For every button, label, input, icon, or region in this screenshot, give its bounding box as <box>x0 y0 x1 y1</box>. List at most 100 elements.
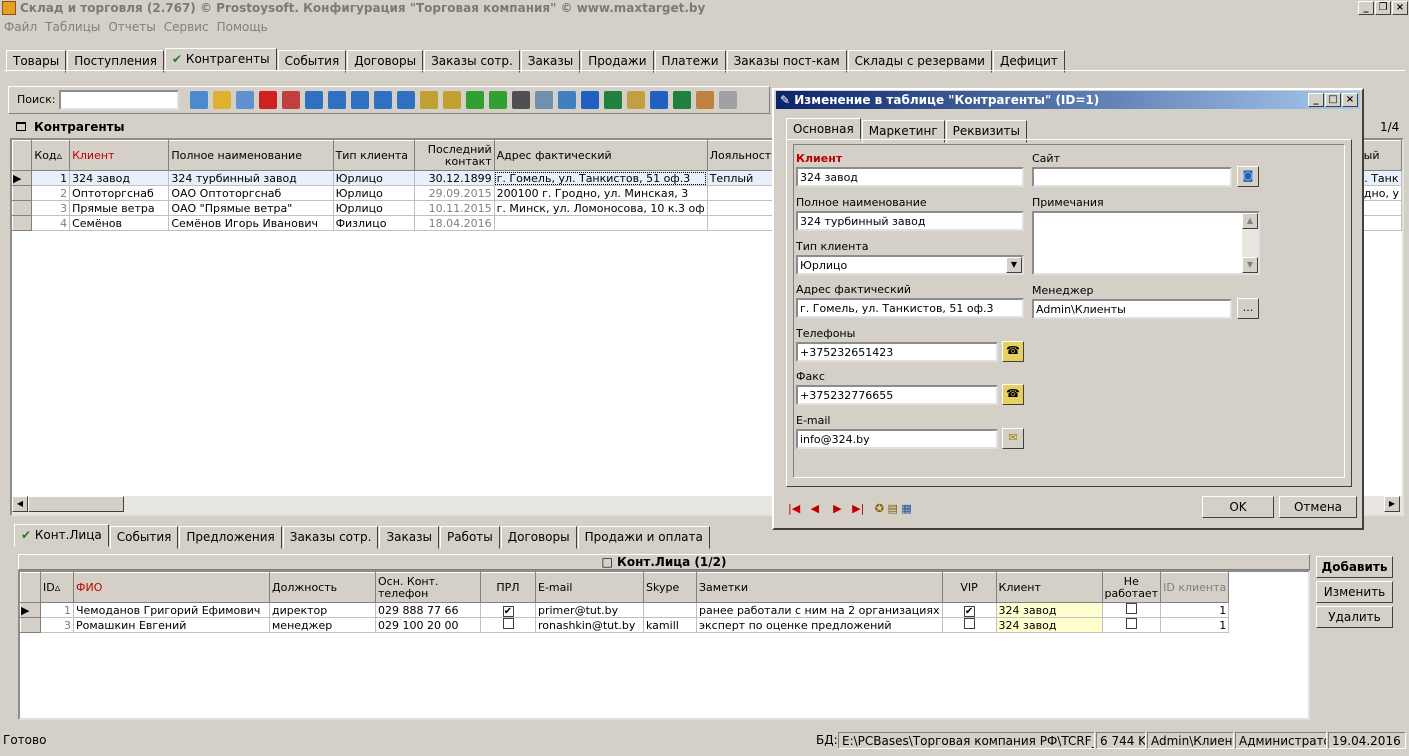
cell-not-working[interactable] <box>1102 602 1162 618</box>
cell-position[interactable]: менеджер <box>269 617 376 633</box>
client-input[interactable] <box>796 167 1024 187</box>
tab-detail-events[interactable]: События <box>109 526 179 549</box>
tab-works[interactable]: Работы <box>439 526 500 549</box>
excel-icon[interactable] <box>604 91 622 109</box>
delete-all-icon[interactable] <box>282 91 300 109</box>
cancel-button[interactable]: Отмена <box>1279 496 1357 518</box>
email-input[interactable] <box>796 429 998 449</box>
find-icon[interactable] <box>512 91 530 109</box>
copy-icon[interactable] <box>236 91 254 109</box>
manager-input[interactable] <box>1032 299 1232 319</box>
export-excel-icon[interactable] <box>673 91 691 109</box>
col-position[interactable]: Должность <box>269 572 376 603</box>
cell-type[interactable]: Юрлицо <box>333 200 416 216</box>
cell-fio[interactable]: Ромашкин Евгений <box>73 617 270 633</box>
chevron-down-icon[interactable]: ▼ <box>1006 257 1022 273</box>
cell-client[interactable]: Семёнов <box>69 215 170 231</box>
address-input[interactable] <box>796 298 1024 318</box>
vip-checkbox[interactable] <box>963 618 975 629</box>
full-name-input[interactable] <box>796 211 1024 231</box>
cell-full[interactable]: Семёнов Игорь Иванович <box>168 215 334 231</box>
cell-address[interactable]: г. Гомель, ул. Танкистов, 51 оф.3 <box>494 170 708 186</box>
open-site-icon[interactable]: ◙ <box>1237 166 1259 187</box>
not-working-checkbox[interactable] <box>1125 618 1137 629</box>
table-row[interactable]: 3 Ромашкин Евгений менеджер 029 100 20 0… <box>20 617 1230 633</box>
col-type[interactable]: Тип клиента <box>332 140 416 171</box>
col-client[interactable]: Клиент <box>69 140 170 171</box>
cell-phone[interactable]: 029 888 77 66 <box>375 602 481 618</box>
cell-phone[interactable]: 029 100 20 00 <box>375 617 481 633</box>
refresh-icon[interactable] <box>489 91 507 109</box>
fax-phone-icon[interactable]: ☎ <box>1002 384 1024 405</box>
cell-client[interactable]: 324 завод <box>69 170 170 186</box>
restore-button[interactable]: ❐ <box>1375 1 1391 15</box>
col-client[interactable]: Клиент <box>995 572 1103 603</box>
col-not-working[interactable]: Не работает <box>1101 572 1162 603</box>
menu-help[interactable]: Помощь <box>213 18 272 36</box>
cell-vip[interactable]: ✔ <box>942 602 997 618</box>
col-fio[interactable]: ФИО <box>73 572 270 603</box>
print-icon[interactable] <box>535 91 553 109</box>
col-id[interactable]: ID▵ <box>40 572 74 603</box>
cell-code[interactable]: 3 <box>31 200 71 216</box>
cell-skype[interactable]: kamill <box>643 617 697 633</box>
cell-full[interactable]: ОАО Оптоторгснаб <box>168 185 334 201</box>
import-icon[interactable] <box>696 91 714 109</box>
menu-service[interactable]: Сервис <box>160 18 213 36</box>
sql-icon[interactable] <box>466 91 484 109</box>
col-address[interactable]: Адрес фактический <box>493 140 708 171</box>
cell-notes[interactable]: ранее работали с ним на 2 организациях <box>696 602 943 618</box>
cell-code[interactable]: 1 <box>31 170 71 186</box>
dialog-tab-main[interactable]: Основная <box>786 118 861 141</box>
cell-address[interactable]: 200100 г. Гродно, ул. Минская, 3 <box>494 185 708 201</box>
cell-fio[interactable]: Чемоданов Григорий Ефимович <box>73 602 270 618</box>
tab-detail-staff-orders[interactable]: Заказы сотр. <box>282 526 379 549</box>
copy-record-icon[interactable]: ▤ <box>888 502 898 515</box>
cell-prl[interactable]: ✔ <box>480 602 536 618</box>
dialog-close-button[interactable]: × <box>1342 93 1358 107</box>
close-button[interactable]: × <box>1392 1 1408 15</box>
tab-counterparties[interactable]: ✔ Контрагенты <box>165 48 277 71</box>
filter-icon[interactable] <box>305 91 323 109</box>
cell-full[interactable]: 324 турбинный завод <box>168 170 334 186</box>
delete-button[interactable]: Удалить <box>1316 606 1393 628</box>
next-record-icon[interactable]: ▶ <box>833 502 841 515</box>
cell-notes[interactable]: эксперт по оценке предложений <box>696 617 943 633</box>
notes-textarea[interactable]: ▲ ▼ <box>1032 211 1260 275</box>
cell-prl[interactable] <box>480 617 536 633</box>
prl-checkbox[interactable] <box>502 618 514 629</box>
tab-detail-orders[interactable]: Заказы <box>379 526 439 549</box>
cell-last[interactable]: 18.04.2016 <box>414 215 495 231</box>
cell-id[interactable]: 1 <box>40 602 74 618</box>
delete-icon[interactable] <box>259 91 277 109</box>
cell-client[interactable]: Оптоторгснаб <box>69 185 170 201</box>
cell-type[interactable]: Юрлицо <box>333 170 416 186</box>
cell-email[interactable]: ronashkin@tut.by <box>535 617 644 633</box>
menu-reports[interactable]: Отчеты <box>104 18 159 36</box>
cell-skype[interactable] <box>643 602 697 618</box>
scroll-right-button[interactable]: ▶ <box>1384 496 1400 512</box>
col-skype[interactable]: Skype <box>643 572 697 603</box>
report-icon[interactable]: ▦ <box>901 502 911 515</box>
filter-add-icon[interactable] <box>374 91 392 109</box>
table-row[interactable]: ▶ 1 Чемоданов Григорий Ефимович директор… <box>20 602 1230 618</box>
fax-input[interactable] <box>796 385 998 405</box>
phone-icon[interactable]: ☎ <box>1002 341 1024 362</box>
edit-icon[interactable] <box>213 91 231 109</box>
filter-remove-icon[interactable] <box>351 91 369 109</box>
tab-offers[interactable]: Предложения <box>179 526 282 549</box>
cell-client[interactable]: 324 завод <box>996 602 1103 618</box>
cell-client-id[interactable]: 1 <box>1160 617 1230 633</box>
col-full-name[interactable]: Полное наименование <box>168 140 334 171</box>
edit-button[interactable]: Изменить <box>1316 581 1393 603</box>
col-code[interactable]: Код▵ <box>31 140 71 171</box>
cell-type[interactable]: Физлицо <box>333 215 416 231</box>
export-word-icon[interactable] <box>650 91 668 109</box>
first-record-icon[interactable]: |◀ <box>788 502 800 515</box>
cell-email[interactable]: primer@tut.by <box>535 602 644 618</box>
add-icon[interactable] <box>190 91 208 109</box>
scroll-down-icon[interactable]: ▼ <box>1242 257 1258 273</box>
tab-contacts[interactable]: ✔ Конт.Лица <box>14 524 109 547</box>
col-client-id[interactable]: ID клиента <box>1160 572 1230 603</box>
col-prl[interactable]: ПРЛ <box>480 572 536 603</box>
